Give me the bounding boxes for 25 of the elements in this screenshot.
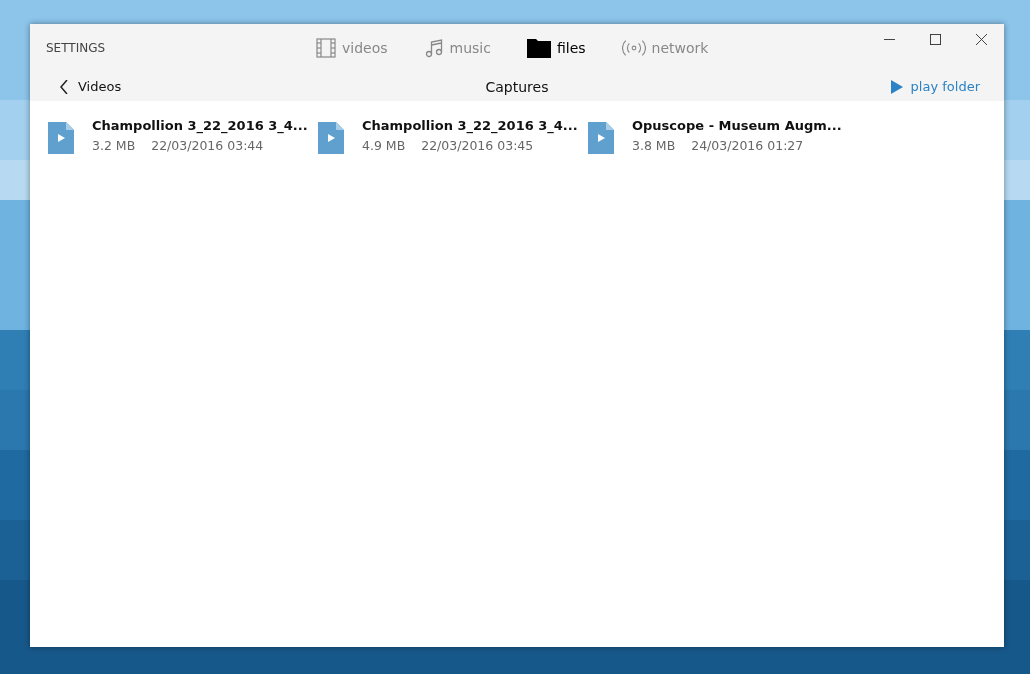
file-date: 24/03/2016 01:27: [691, 138, 804, 153]
folder-title: Captures: [485, 78, 549, 95]
file-date: 22/03/2016 03:45: [421, 138, 534, 153]
maximize-icon: [929, 33, 941, 45]
play-folder-button[interactable]: play folder: [884, 78, 986, 95]
file-name[interactable]: Champollion 3_22_2016 3_4...: [362, 118, 578, 133]
tab[interactable]: files: [526, 38, 586, 58]
video-file-icon: [588, 122, 614, 154]
play-icon: [890, 79, 903, 94]
video-file-icon: [48, 122, 74, 154]
window-title: SETTINGS: [46, 41, 107, 55]
film-icon: [316, 38, 336, 58]
file-date: 22/03/2016 03:44: [151, 138, 264, 153]
back-button[interactable]: Videos: [54, 78, 128, 95]
folder-icon: [526, 38, 551, 58]
broadcast-icon: [621, 38, 646, 58]
file-name[interactable]: Champollion 3_22_2016 3_4...: [92, 118, 308, 133]
video-file-icon: [318, 122, 344, 154]
file-name[interactable]: Opuscope - Museum Augm...: [632, 118, 842, 133]
chevron-left-icon: [60, 79, 68, 94]
music-note-icon: [423, 38, 444, 58]
file-size: 4.9 MB: [362, 138, 406, 153]
file-size: 3.8 MB: [632, 138, 676, 153]
close-icon: [975, 33, 987, 45]
file-size: 3.2 MB: [92, 138, 136, 153]
